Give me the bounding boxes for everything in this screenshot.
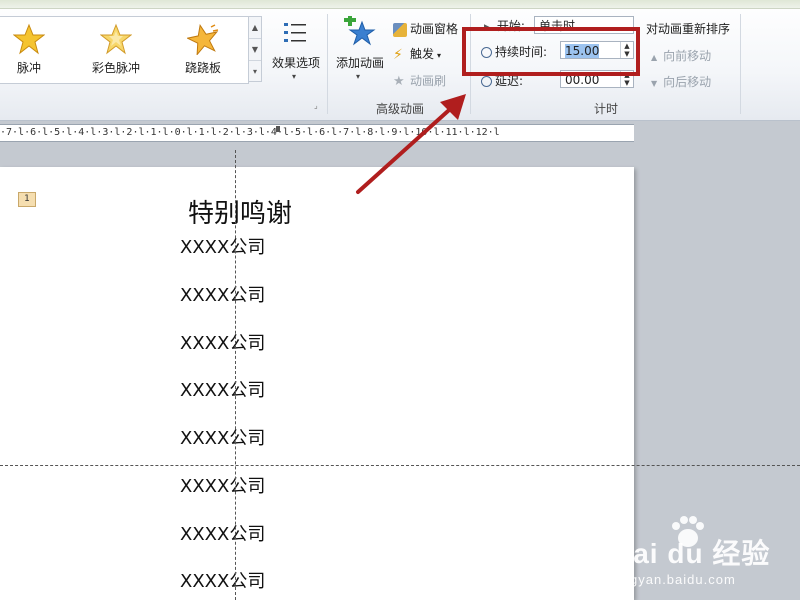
ruler-indent-marker[interactable] <box>276 126 280 132</box>
move-later-button[interactable]: ▼ 向后移动 <box>651 73 711 90</box>
gallery-item-label: 彩色脉冲 <box>91 61 140 75</box>
baidu-watermark: Bai du 经验 jingyan.baidu.com <box>610 510 800 600</box>
group-label-timing: 计时 <box>593 102 618 116</box>
chevron-up-icon[interactable]: ▲ <box>249 17 261 39</box>
move-earlier-button[interactable]: ▲ 向前移动 <box>651 47 711 64</box>
triangle-up-icon: ▲ <box>651 53 658 62</box>
chevron-down-icon: ▾ <box>437 51 442 60</box>
animation-pane-icon <box>393 22 407 37</box>
gallery-item-pulse[interactable]: 脉冲 <box>0 21 64 81</box>
group-separator <box>740 14 741 114</box>
chevron-down-icon: ▾ <box>292 72 297 81</box>
star-teeter-icon <box>187 23 219 55</box>
trigger-button[interactable]: ⚡ 触发 ▾ <box>393 45 441 62</box>
add-animation-button[interactable]: 添加动画 ▾ <box>332 14 388 88</box>
gallery-scrollbar[interactable]: ▲ ▼ ▾ <box>248 16 262 82</box>
gallery-item-label: 跷跷板 <box>184 61 221 75</box>
company-line[interactable]: XXXX公司 <box>180 329 300 355</box>
star-color-pulse-icon <box>100 23 132 55</box>
gallery-expand-icon[interactable]: ▾ <box>249 61 261 82</box>
highlight-box <box>462 27 640 76</box>
company-line[interactable]: XXXX公司 <box>180 424 300 450</box>
effect-options-button[interactable]: 效果选项 ▾ <box>268 18 324 88</box>
company-line[interactable]: XXXX公司 <box>180 567 300 593</box>
gallery-item-teeter[interactable]: 跷跷板 <box>168 21 238 81</box>
chevron-down-icon[interactable]: ▼ <box>249 39 261 61</box>
star-pulse-icon <box>13 23 45 55</box>
horizontal-ruler: ·7·l·6·l·5·l·4·l·3·l·2·l·1·l·0·l·1·l·2·l… <box>0 124 634 142</box>
add-animation-icon <box>344 16 376 46</box>
animation-pane-label: 动画窗格 <box>410 22 459 36</box>
horizontal-guide[interactable] <box>0 465 800 466</box>
add-animation-label: 添加动画 <box>335 56 384 70</box>
group-separator <box>327 14 328 114</box>
company-line[interactable]: XXXX公司 <box>180 472 300 498</box>
company-line[interactable]: XXXX公司 <box>180 281 300 307</box>
company-line[interactable]: XXXX公司 <box>180 520 300 546</box>
effect-options-icon <box>284 23 306 42</box>
ribbon-tab-strip <box>0 0 800 9</box>
animation-gallery: 脉冲 彩色脉冲 跷跷板 <box>0 16 249 84</box>
annotation-arrow <box>356 94 466 194</box>
lightning-icon: ⚡ <box>393 46 403 63</box>
company-line[interactable]: XXXX公司 <box>180 233 300 259</box>
trigger-label: 触发 <box>410 47 435 61</box>
watermark-url: jingyan.baidu.com <box>614 572 736 587</box>
slide-title[interactable]: 特别鸣谢 <box>150 193 330 230</box>
vertical-guide[interactable] <box>235 150 236 600</box>
effect-options-label: 效果选项 <box>271 56 320 70</box>
slide-number-badge[interactable]: 1 <box>18 192 36 207</box>
delay-clock-icon <box>481 76 492 87</box>
triangle-down-icon: ▼ <box>651 79 658 88</box>
slide-canvas[interactable]: 1 特别鸣谢 XXXX公司 XXXX公司 XXXX公司 XXXX公司 XXXX公… <box>0 167 634 600</box>
company-line[interactable]: XXXX公司 <box>180 376 300 402</box>
reorder-title: 对动画重新排序 <box>646 22 731 36</box>
gallery-item-label: 脉冲 <box>16 61 41 75</box>
animation-pane-button[interactable]: 动画窗格 <box>393 20 458 37</box>
gallery-item-color-pulse[interactable]: 彩色脉冲 <box>81 21 151 81</box>
dialog-launcher-icon[interactable]: ⌟ <box>314 101 318 110</box>
watermark-logo: Bai du 经验 <box>612 538 771 569</box>
